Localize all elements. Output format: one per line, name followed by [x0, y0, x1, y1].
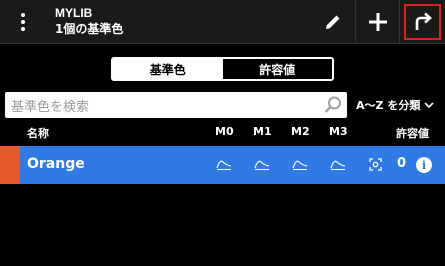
- col-m1[interactable]: M1: [253, 125, 272, 138]
- title-block: MYLIB 1個の基準色: [55, 6, 123, 38]
- edit-button[interactable]: [311, 0, 355, 44]
- spectral-curve-icon[interactable]: [292, 158, 308, 170]
- tab-tolerances[interactable]: 許容値: [222, 59, 332, 79]
- color-swatch: [0, 146, 20, 184]
- col-name[interactable]: 名称: [27, 125, 49, 141]
- col-tolerance[interactable]: 許容値: [396, 125, 429, 141]
- chevron-down-icon: [424, 102, 434, 109]
- view-toggle: 基準色 許容値: [111, 57, 334, 81]
- target-icon[interactable]: [369, 158, 382, 171]
- search-icon[interactable]: [323, 95, 343, 115]
- search-input[interactable]: 基準色を検索: [5, 92, 347, 118]
- tab-standards[interactable]: 基準色: [113, 59, 223, 79]
- standard-name: Orange: [27, 156, 85, 172]
- more-menu-button[interactable]: [6, 5, 40, 39]
- standard-count: 1個の基準色: [55, 22, 124, 36]
- top-bar: MYLIB 1個の基準色: [0, 0, 445, 44]
- plus-icon: [368, 13, 387, 31]
- col-m0[interactable]: M0: [215, 125, 234, 138]
- spectral-curve-icon[interactable]: [254, 158, 270, 170]
- info-icon[interactable]: i: [416, 157, 432, 173]
- kebab-icon: [21, 13, 25, 31]
- sort-dropdown[interactable]: A〜Z を分類: [356, 97, 434, 113]
- tolerance-value: 0: [397, 156, 407, 171]
- col-m3[interactable]: M3: [329, 125, 348, 138]
- spectral-curve-icon[interactable]: [216, 158, 232, 170]
- column-headers: 名称 M0 M1 M2 M3 許容値: [0, 124, 445, 142]
- col-m2[interactable]: M2: [291, 125, 310, 138]
- table-row[interactable]: Orange 0 i: [0, 146, 445, 184]
- highlight-frame: [404, 4, 441, 40]
- pencil-icon: [326, 15, 340, 29]
- library-name: MYLIB: [55, 6, 93, 20]
- search-placeholder: 基準色を検索: [11, 100, 90, 115]
- spectral-curve-icon[interactable]: [330, 158, 346, 170]
- add-button[interactable]: [355, 0, 399, 44]
- sort-label: A〜Z を分類: [356, 99, 421, 112]
